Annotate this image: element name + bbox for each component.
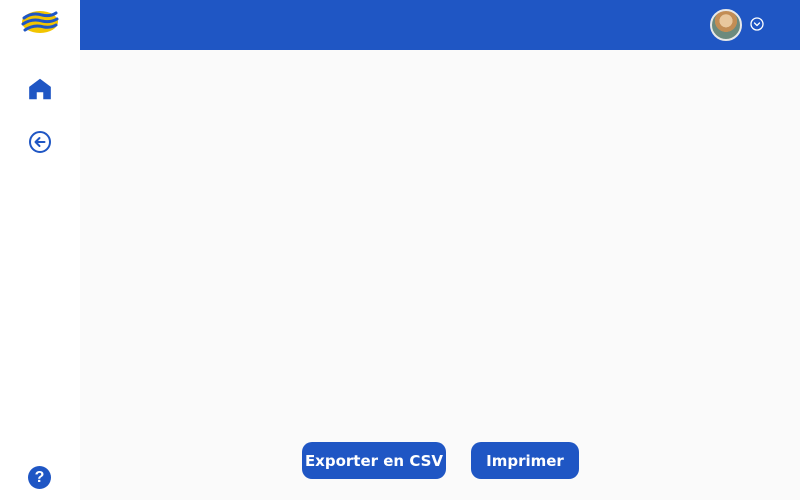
- arrow-left-circle-icon[interactable]: [26, 128, 54, 156]
- app: ? Exporter en CSV Imprimer: [0, 0, 800, 500]
- topbar: [80, 0, 800, 50]
- brand-logo[interactable]: [20, 8, 60, 36]
- chevron-down-circle-icon[interactable]: [750, 17, 764, 31]
- print-button[interactable]: Imprimer: [471, 442, 579, 479]
- avatar[interactable]: [710, 9, 742, 41]
- main-content: [80, 50, 800, 500]
- sidebar: ?: [0, 0, 80, 500]
- export-csv-button[interactable]: Exporter en CSV: [302, 442, 446, 479]
- help-label: ?: [34, 468, 45, 486]
- home-icon[interactable]: [26, 75, 54, 103]
- help-icon[interactable]: ?: [28, 466, 51, 489]
